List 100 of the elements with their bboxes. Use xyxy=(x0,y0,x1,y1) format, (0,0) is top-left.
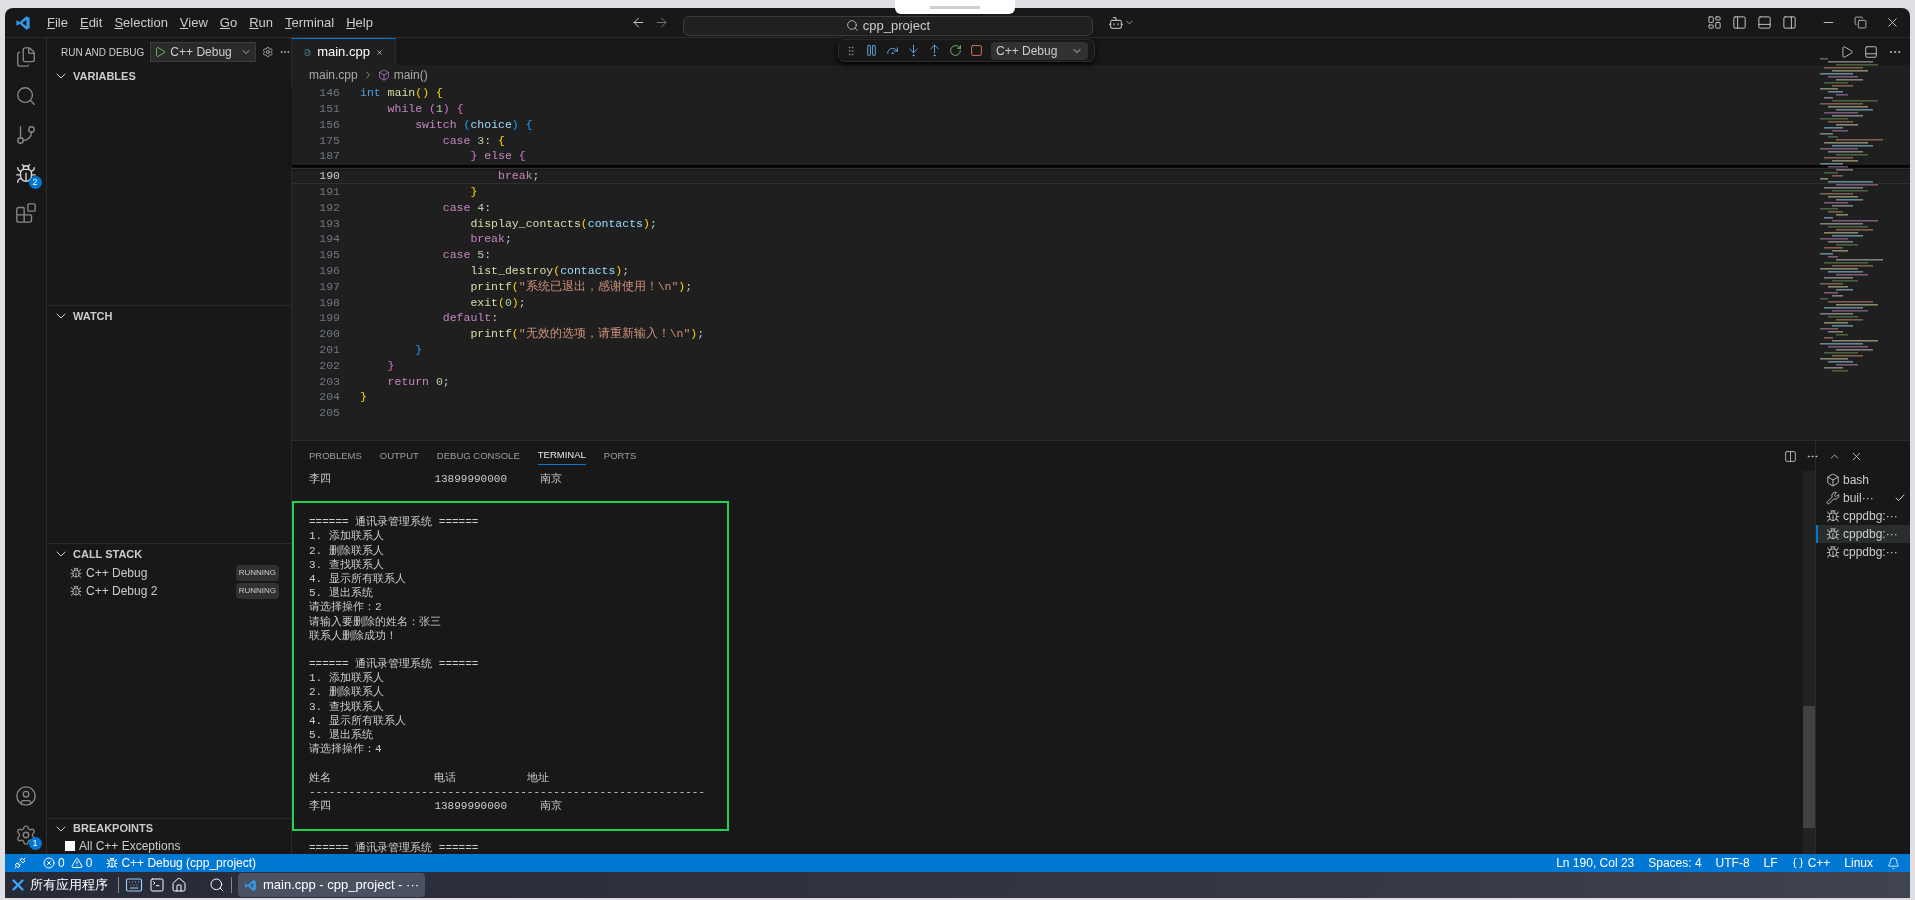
platform[interactable]: Linux xyxy=(1844,854,1873,872)
bell-icon[interactable] xyxy=(1887,856,1900,870)
close-icon[interactable] xyxy=(1885,15,1900,30)
terminal-line: 2. 删除联系人 xyxy=(309,544,384,557)
scrollbar-thumb[interactable] xyxy=(1803,706,1815,828)
step-into-icon[interactable] xyxy=(907,44,920,57)
cube-icon xyxy=(377,69,390,81)
call-stack-item[interactable]: C++ Debug 2 xyxy=(86,582,158,600)
split-icon[interactable] xyxy=(1864,44,1878,59)
code-line: printf("系统已退出，感谢使用！\n"); xyxy=(469,278,693,295)
encoding[interactable]: UTF-8 xyxy=(1715,854,1750,872)
editor-tab[interactable]: main.cpp xyxy=(292,38,396,65)
section-header[interactable]: BREAKPOINTS xyxy=(73,820,154,837)
line-number: 203 xyxy=(318,373,340,390)
settings-icon[interactable] xyxy=(261,45,274,59)
search-field[interactable]: cpp_project xyxy=(682,15,1093,36)
language-label: C++ xyxy=(1807,855,1831,872)
terminal-list-item[interactable]: bash xyxy=(1816,471,1910,489)
section-header[interactable]: VARIABLES xyxy=(73,67,136,85)
keyboard-icon[interactable] xyxy=(125,876,143,894)
layout-icon[interactable] xyxy=(1707,15,1722,30)
step-out-icon[interactable] xyxy=(928,44,941,57)
panel-right-icon[interactable] xyxy=(1782,15,1797,30)
code-line: case 3: { xyxy=(441,132,505,149)
menu-item[interactable]: Selection xyxy=(108,11,174,34)
panel-left-icon[interactable] xyxy=(1732,15,1747,30)
settings-icon[interactable] xyxy=(14,824,37,846)
menu-item[interactable]: Go xyxy=(213,11,244,34)
menu-item[interactable]: View xyxy=(173,11,214,34)
code-line: case 4: xyxy=(441,199,492,216)
split-icon[interactable] xyxy=(1784,449,1797,463)
code-line: return 0; xyxy=(386,373,450,390)
menu-item[interactable]: Edit xyxy=(73,11,109,34)
config-dropdown[interactable]: C++ Debug xyxy=(150,42,256,62)
debug-icon[interactable] xyxy=(14,163,37,185)
stop-icon[interactable] xyxy=(970,44,983,57)
panel-bottom-icon[interactable] xyxy=(1757,15,1772,30)
terminal-cell: 李四 xyxy=(309,473,331,485)
back-icon[interactable] xyxy=(630,15,646,30)
code-line: switch (choice) { xyxy=(414,116,533,133)
section-header[interactable]: CALL STACK xyxy=(73,545,143,563)
indentation[interactable]: Spaces: 4 xyxy=(1648,854,1702,872)
section-header[interactable]: WATCH xyxy=(73,307,113,325)
line-number: 200 xyxy=(318,326,340,343)
terminal-list-item[interactable]: cppdbg:··· xyxy=(1816,507,1910,525)
menu-item[interactable]: Run xyxy=(243,11,280,34)
terminal-icon[interactable] xyxy=(149,877,165,893)
step-over-icon[interactable] xyxy=(886,44,899,57)
search-icon[interactable] xyxy=(209,877,225,893)
grip-icon[interactable] xyxy=(845,44,857,57)
menu-item[interactable]: File xyxy=(41,11,74,34)
panel-tab[interactable]: PROBLEMS xyxy=(309,447,362,465)
cursor-position[interactable]: Ln 190, Col 23 xyxy=(1556,854,1635,872)
remote-icon xyxy=(14,857,26,869)
branch-icon[interactable] xyxy=(14,124,37,146)
account-icon[interactable] xyxy=(14,785,37,807)
code-line: } xyxy=(386,357,395,374)
line-number: 199 xyxy=(318,310,340,327)
pause-icon[interactable] xyxy=(865,44,878,57)
call-stack-item[interactable]: C++ Debug xyxy=(86,564,148,582)
robot-icon[interactable] xyxy=(1107,14,1124,31)
terminal-line: 请选择操作：4 xyxy=(309,743,382,756)
warning-count: 0 xyxy=(85,855,93,872)
restore-icon[interactable] xyxy=(1854,16,1867,29)
checkbox[interactable] xyxy=(65,841,75,851)
panel-tab[interactable]: DEBUG CONSOLE xyxy=(436,447,520,465)
wrench-icon xyxy=(1826,491,1840,505)
terminal-line: 请选择操作：2 xyxy=(309,601,382,614)
extensions-icon[interactable] xyxy=(14,202,37,224)
problems-indicator[interactable]: 0 0 xyxy=(43,854,93,872)
start-button[interactable]: 所有应用程序 xyxy=(5,875,112,895)
language-mode[interactable]: C++ xyxy=(1791,854,1831,872)
config-dropdown[interactable]: C++ Debug xyxy=(991,41,1089,60)
panel-tab[interactable]: PORTS xyxy=(603,447,637,465)
files-icon[interactable] xyxy=(14,46,37,68)
error-icon xyxy=(43,857,55,869)
terminal-list-item[interactable]: cppdbg:··· xyxy=(1816,525,1910,543)
panel-tab[interactable]: TERMINAL xyxy=(537,447,586,465)
breadcrumb-item[interactable]: main() xyxy=(393,66,428,84)
terminal-list-item[interactable]: buil··· xyxy=(1816,489,1910,507)
panel-tab[interactable]: OUTPUT xyxy=(379,447,419,465)
capture-handle[interactable] xyxy=(895,0,1015,14)
line-number: 187 xyxy=(318,148,340,165)
line-ending[interactable]: LF xyxy=(1763,854,1778,872)
menu-item[interactable]: Terminal xyxy=(279,11,341,34)
taskbar-window[interactable]: main.cpp - cpp_project - ··· xyxy=(238,873,426,897)
terminal-list-item[interactable]: cppdbg:··· xyxy=(1816,543,1910,561)
line-number: 156 xyxy=(318,116,340,133)
menu-item[interactable]: Help xyxy=(340,11,379,34)
terminal-line: 5. 退出系统 xyxy=(309,587,373,600)
cube-icon xyxy=(1826,473,1840,487)
code-line: printf("无效的选项，请重新输入！\n"); xyxy=(469,326,705,343)
forward-icon[interactable] xyxy=(653,15,669,30)
home-icon[interactable] xyxy=(171,877,187,893)
code-line: } else { xyxy=(469,148,526,165)
breadcrumb-item[interactable]: main.cpp xyxy=(309,66,358,84)
run-icon[interactable] xyxy=(1840,44,1854,59)
restart-icon[interactable] xyxy=(949,44,962,57)
play-icon xyxy=(154,46,167,58)
line-number: 198 xyxy=(318,294,340,311)
